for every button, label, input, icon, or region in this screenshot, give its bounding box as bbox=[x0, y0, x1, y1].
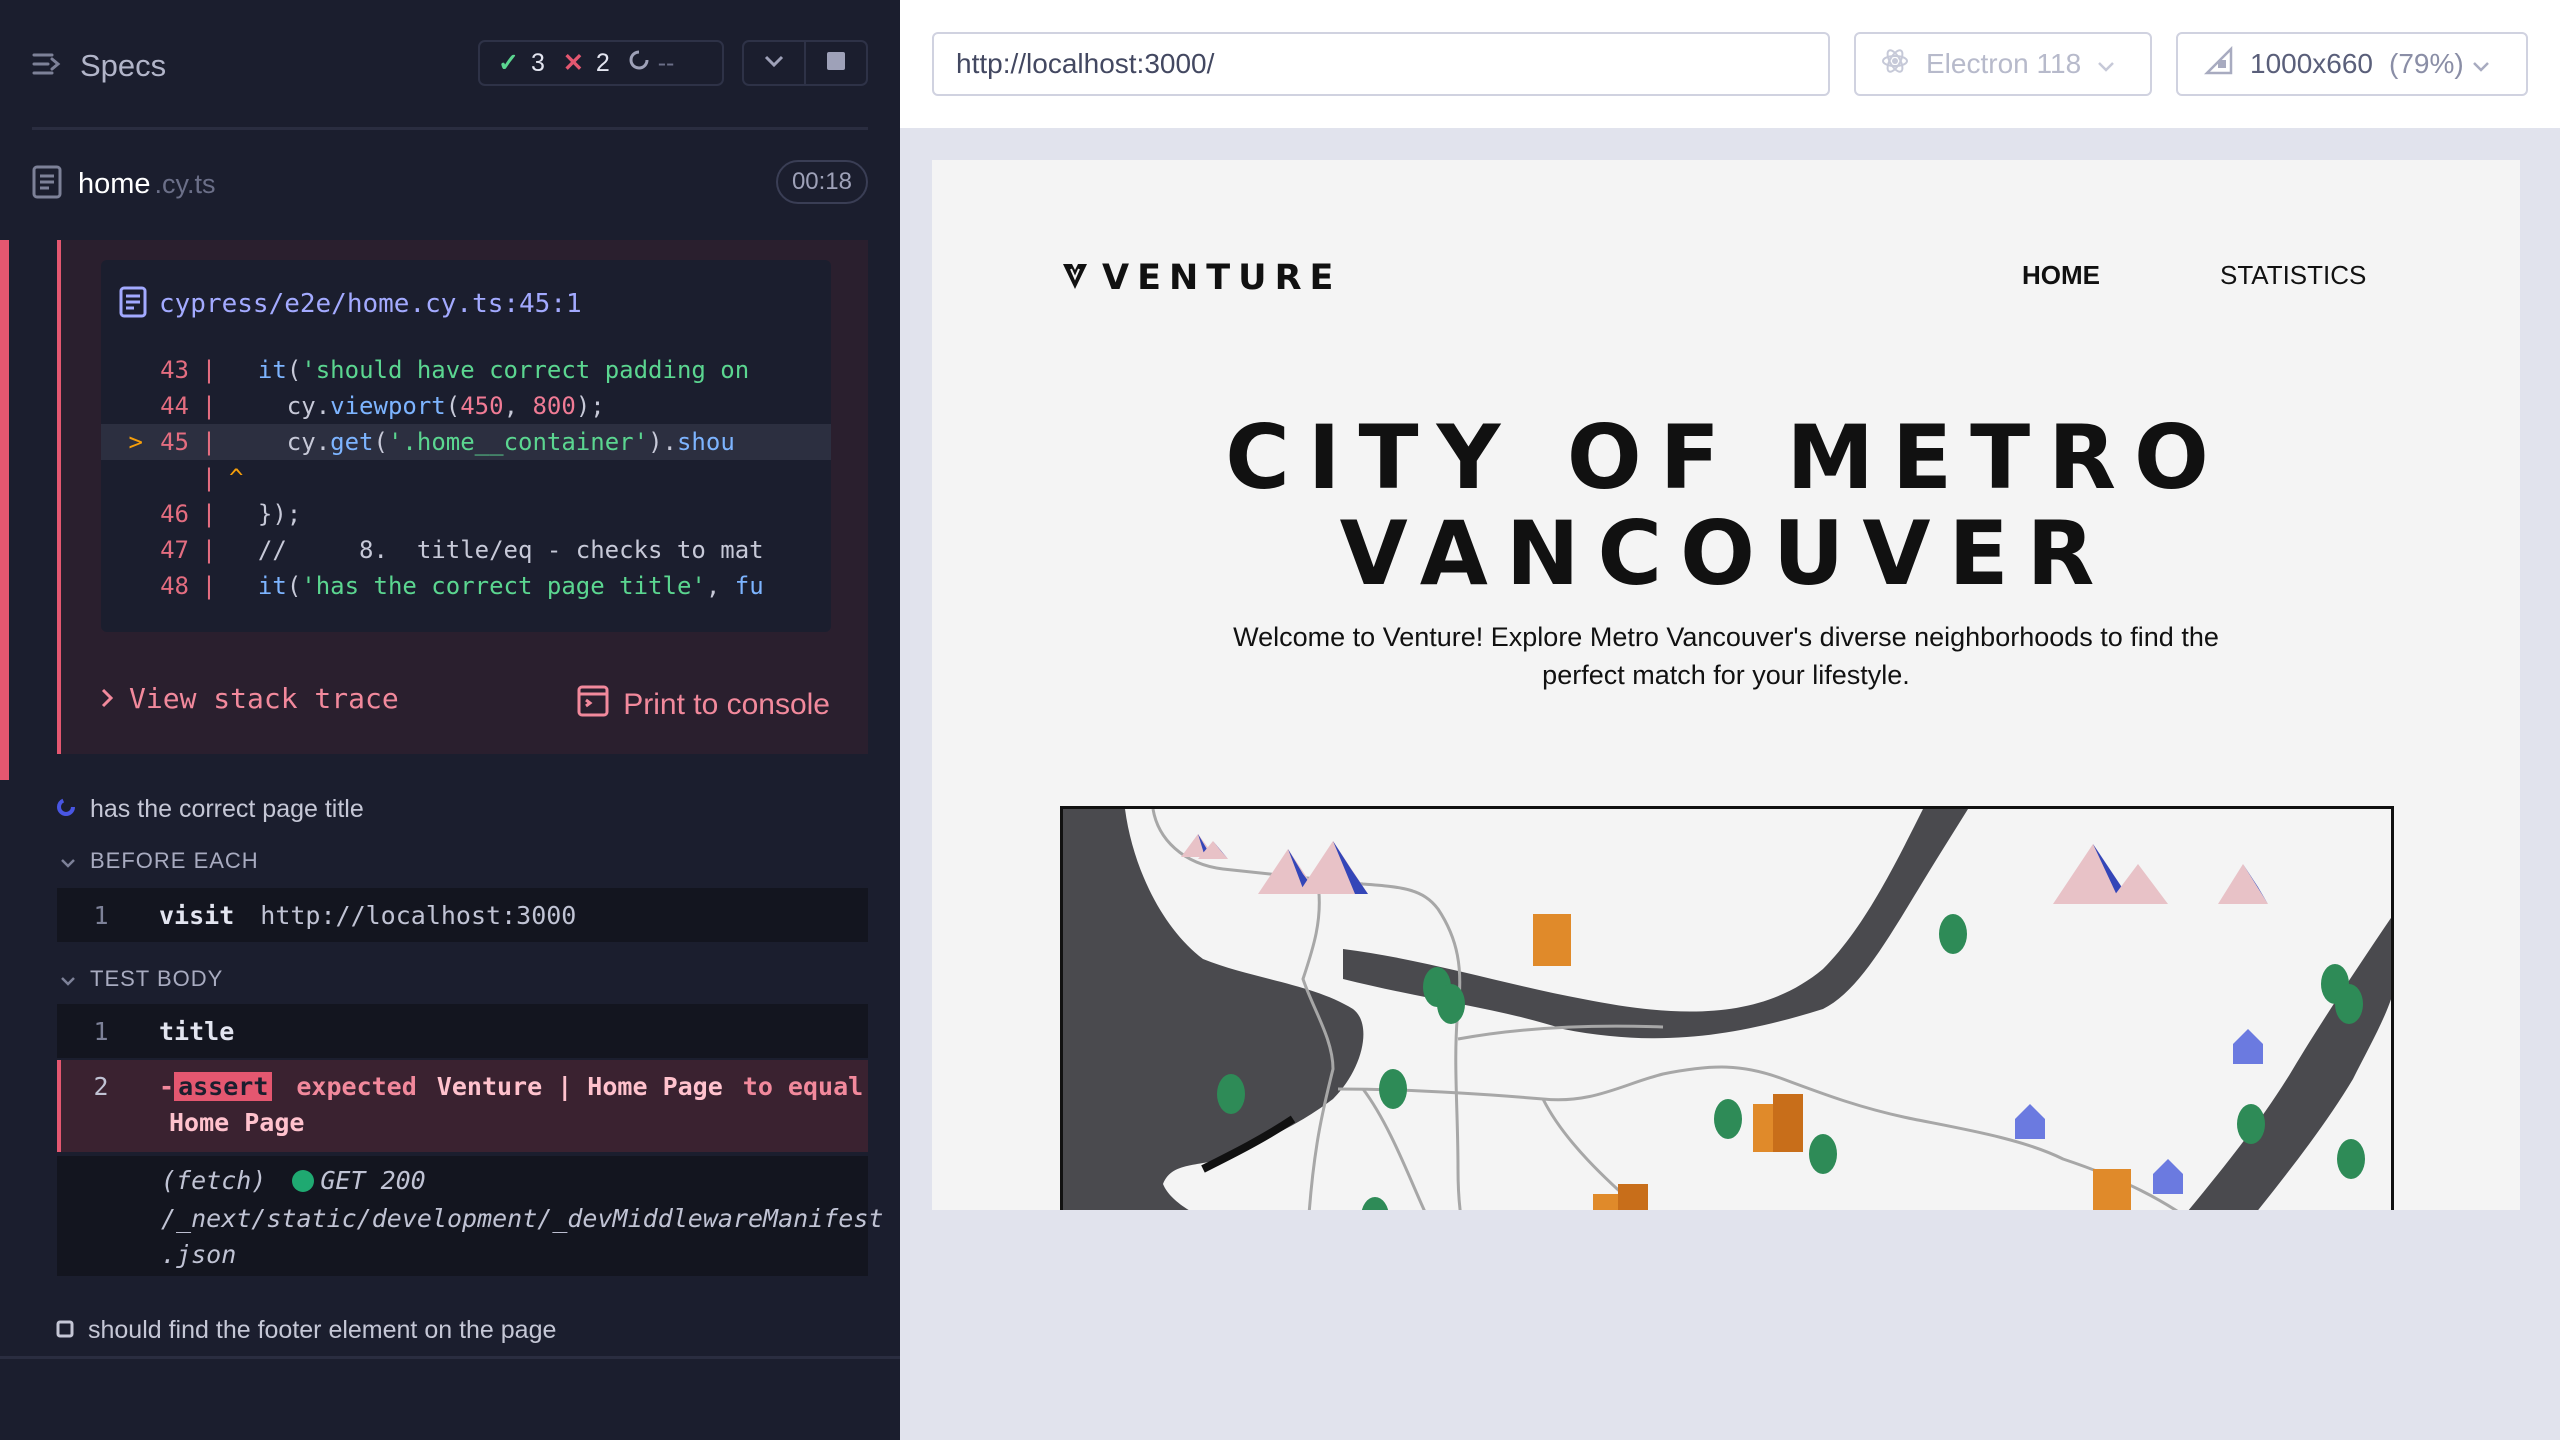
failed-count: ✕ 2 bbox=[562, 48, 610, 78]
chevron-down-icon bbox=[60, 848, 76, 874]
assert-badge: assert bbox=[174, 1072, 273, 1101]
url-bar[interactable]: http://localhost:3000/ bbox=[932, 32, 1830, 96]
code-frame-file-link[interactable]: cypress/e2e/home.cy.ts:45:1 bbox=[119, 274, 582, 334]
reporter-panel: Specs ✓ 3 ✕ 2 -- home .cy.ts 00:18 cypre… bbox=[0, 0, 900, 1440]
browser-selector[interactable]: Electron 118 bbox=[1854, 32, 2152, 96]
nav-statistics[interactable]: STATISTICS bbox=[2220, 260, 2366, 291]
app-under-test: VENTURE HOME STATISTICS CITY OF METRO VA… bbox=[932, 160, 2520, 1210]
spec-duration: 00:18 bbox=[775, 160, 868, 204]
code-line: 46 | }); bbox=[160, 500, 302, 528]
code-line-caret: | ^ bbox=[201, 464, 244, 492]
specs-list-icon bbox=[32, 51, 62, 82]
hero-title: CITY OF METRO VANCOUVER bbox=[1225, 406, 2227, 605]
cross-icon: ✕ bbox=[562, 49, 584, 77]
failed-test-indicator bbox=[0, 240, 9, 780]
spec-file-extension: .cy.ts bbox=[154, 168, 216, 199]
viewport-selector[interactable]: 1000x660 (79%) bbox=[2176, 32, 2528, 96]
stop-icon bbox=[827, 51, 845, 75]
pending-count: -- bbox=[628, 49, 674, 78]
command-fetch[interactable]: (fetch) GET 200 /_next/static/developmen… bbox=[57, 1156, 883, 1276]
chevron-right-icon bbox=[101, 682, 114, 715]
pending-square-icon bbox=[56, 1316, 74, 1345]
success-dot-icon bbox=[292, 1169, 315, 1192]
code-line: 44 | cy.viewport(450, 800); bbox=[160, 392, 605, 420]
spec-file-name: home bbox=[78, 167, 151, 200]
electron-icon bbox=[1880, 46, 1910, 83]
passed-count: ✓ 3 bbox=[498, 48, 545, 78]
run-stats: ✓ 3 ✕ 2 -- bbox=[478, 40, 724, 86]
check-icon: ✓ bbox=[498, 49, 519, 77]
code-line-highlighted: >45 | cy.get('.home__container').shou bbox=[101, 424, 831, 460]
document-icon bbox=[119, 286, 147, 323]
running-spinner-icon bbox=[56, 795, 76, 824]
print-to-console-button[interactable]: Print to console bbox=[577, 685, 830, 725]
heart-shield-icon bbox=[1060, 261, 1090, 296]
test-has-correct-page-title[interactable]: has the correct page title bbox=[56, 795, 364, 824]
before-each-toggle[interactable]: BEFORE EACH bbox=[60, 848, 259, 874]
mountains bbox=[1181, 834, 2268, 904]
error-panel: cypress/e2e/home.cy.ts:45:1 43 | it('shou… bbox=[57, 240, 868, 754]
chevron-down-icon bbox=[763, 54, 785, 73]
command-title[interactable]: 1 title bbox=[57, 1004, 868, 1058]
code-frame: cypress/e2e/home.cy.ts:45:1 43 | it('shou… bbox=[101, 260, 831, 632]
preview-panel: http://localhost:3000/ Electron 118 1000… bbox=[900, 0, 2560, 1440]
hero-subtitle: Welcome to Venture! Explore Metro Vancou… bbox=[1233, 622, 2219, 690]
venture-logo[interactable]: VENTURE bbox=[1060, 258, 1341, 298]
divider bbox=[0, 1356, 900, 1359]
test-find-footer[interactable]: should find the footer element on the pa… bbox=[56, 1316, 556, 1345]
expand-all-button[interactable] bbox=[742, 40, 806, 86]
code-line: 43 | it('should have correct padding on bbox=[160, 356, 750, 384]
nav-home[interactable]: HOME bbox=[2022, 260, 2100, 291]
chevron-down-icon bbox=[2472, 48, 2490, 80]
view-stack-trace-button[interactable]: View stack trace bbox=[101, 682, 399, 715]
vancouver-map-illustration bbox=[1060, 806, 2394, 1210]
ruler-icon bbox=[2203, 45, 2234, 83]
spinner-icon bbox=[628, 49, 650, 78]
command-visit[interactable]: 1 visit http://localhost:3000 bbox=[57, 888, 868, 942]
stop-button[interactable] bbox=[804, 40, 868, 86]
document-icon bbox=[32, 165, 62, 204]
spec-file-header[interactable]: home .cy.ts 00:18 bbox=[32, 158, 868, 210]
code-lines: 43 | it('should have correct padding on 4… bbox=[101, 352, 831, 604]
test-body-toggle[interactable]: TEST BODY bbox=[60, 966, 223, 992]
command-assert-failed[interactable]: 2 - assert expected Venture | Home Page … bbox=[57, 1060, 868, 1152]
terminal-icon bbox=[577, 685, 609, 725]
divider bbox=[32, 127, 868, 130]
code-line: 48 | it('has the correct page title', fu bbox=[160, 572, 764, 600]
code-line: 47 | // 8. title/eq - checks to mat bbox=[160, 536, 764, 564]
specs-toggle[interactable]: Specs bbox=[32, 38, 166, 94]
preview-toolbar: http://localhost:3000/ Electron 118 1000… bbox=[900, 0, 2560, 128]
specs-title: Specs bbox=[80, 48, 167, 83]
chevron-down-icon bbox=[60, 966, 76, 992]
chevron-down-icon bbox=[2097, 48, 2115, 80]
